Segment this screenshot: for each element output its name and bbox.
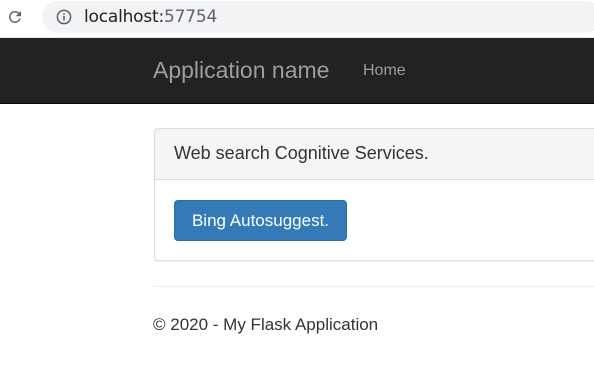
footer-divider xyxy=(153,286,594,287)
address-bar[interactable]: localhost:57754 xyxy=(42,1,594,33)
footer-copyright: © 2020 - My Flask Application xyxy=(153,315,379,334)
url-host: localhost: xyxy=(84,7,165,27)
url-text: localhost:57754 xyxy=(84,7,217,27)
search-panel: Web search Cognitive Services. Bing Auto… xyxy=(154,128,594,261)
navbar: Application name Home xyxy=(0,38,594,104)
panel-body: Bing Autosuggest. xyxy=(155,180,594,260)
url-port: 57754 xyxy=(164,7,218,27)
reload-icon[interactable] xyxy=(4,6,26,28)
info-icon[interactable] xyxy=(56,9,72,25)
bing-autosuggest-button[interactable]: Bing Autosuggest. xyxy=(174,200,347,241)
browser-toolbar: localhost:57754 xyxy=(0,0,594,38)
nav-item-home[interactable]: Home xyxy=(363,62,406,80)
panel-heading: Web search Cognitive Services. xyxy=(155,129,594,180)
navbar-brand[interactable]: Application name xyxy=(153,57,329,84)
